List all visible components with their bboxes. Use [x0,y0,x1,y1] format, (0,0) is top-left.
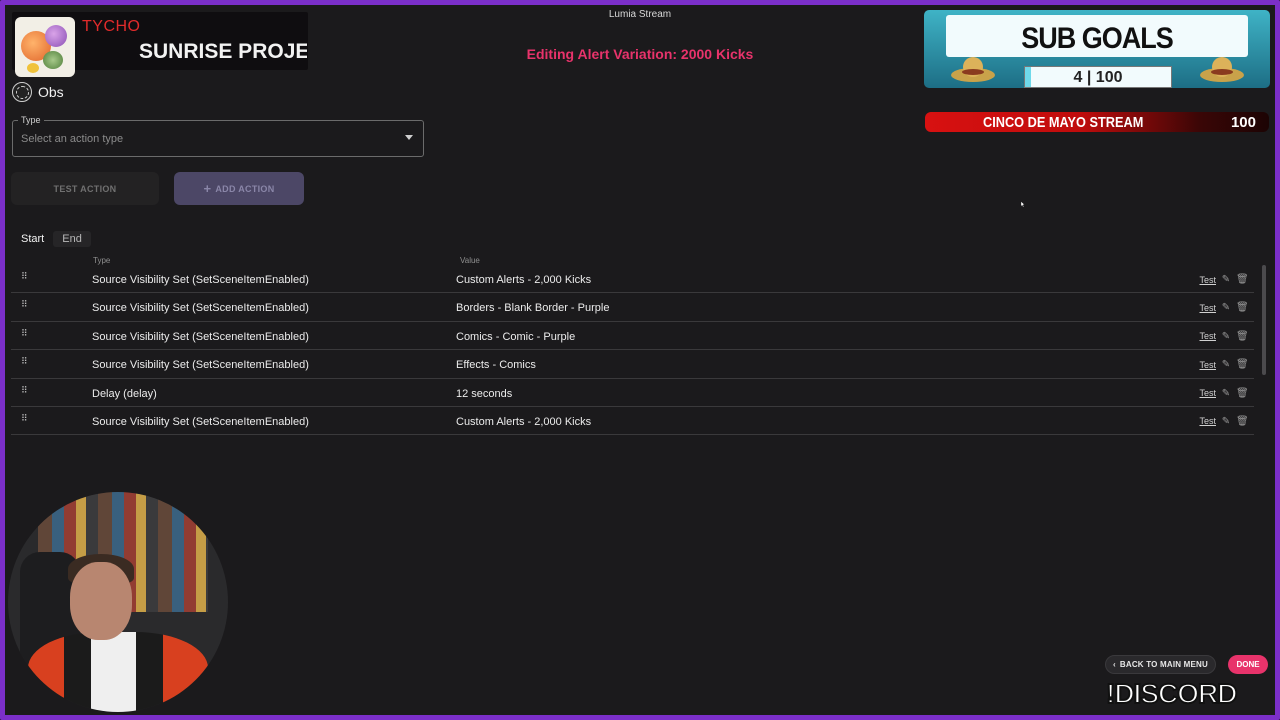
sub-goals-goal: 100 [1095,69,1123,86]
mouse-cursor-icon [1021,201,1025,208]
edit-icon[interactable]: ✎ [1221,416,1231,427]
column-header-type: Type [93,256,111,265]
drag-handle-icon[interactable]: ⠿ [21,385,29,399]
drag-handle-icon[interactable]: ⠿ [21,300,29,313]
table-row: ⠿ Source Visibility Set (SetSceneItemEna… [11,322,1254,351]
test-action-label: TEST ACTION [53,183,117,194]
type-field-label: Type [18,115,44,125]
test-action-button[interactable]: TEST ACTION [11,172,159,205]
row-value: Custom Alerts - 2,000 Kicks [456,415,592,428]
obs-icon [12,82,32,102]
sub-goals-separator: | [1086,69,1092,86]
row-value: Custom Alerts - 2,000 Kicks [456,274,592,286]
done-button[interactable]: DONE [1228,655,1268,674]
drag-handle-icon[interactable]: ⠿ [21,413,29,427]
row-value: 12 seconds [456,387,513,400]
row-test-link[interactable]: Test [1199,360,1216,370]
row-test-link[interactable]: Test [1199,303,1216,313]
start-end-tabs: Start End [12,231,91,247]
tab-end[interactable]: End [53,231,91,247]
row-type: Delay (delay) [92,387,157,400]
delete-icon[interactable]: 🗑 [1236,331,1249,342]
sombrero-icon [1200,57,1244,82]
sub-goals-current: 4 [1073,69,1083,86]
row-value: Comics - Comic - Purple [456,330,576,343]
sombrero-icon [951,57,995,82]
table-row: ⠿ Source Visibility Set (SetSceneItemEna… [11,293,1254,322]
action-type-select[interactable]: Type Select an action type [12,115,424,157]
drag-handle-icon[interactable]: ⠿ [21,357,29,370]
cinco-value: 100 [1230,114,1256,131]
table-header: Type Value [11,251,1254,265]
sub-goals-progress-bar: 4 | 100 [1024,66,1172,88]
type-field-placeholder: Select an action type [21,133,124,145]
delete-icon[interactable]: 🗑 [1236,302,1249,313]
edit-icon[interactable]: ✎ [1221,388,1231,399]
drag-handle-icon[interactable]: ⠿ [21,272,29,285]
row-type: Source Visibility Set (SetSceneItemEnabl… [92,302,309,315]
row-type: Source Visibility Set (SetSceneItemEnabl… [92,359,309,372]
delete-icon[interactable]: 🗑 [1236,388,1249,399]
row-type: Source Visibility Set (SetSceneItemEnabl… [92,330,309,343]
table-row: ⠿ Source Visibility Set (SetSceneItemEna… [11,407,1254,436]
table-scrollbar[interactable] [1262,265,1266,375]
integration-name: Obs [38,84,64,100]
delete-icon[interactable]: 🗑 [1236,359,1249,370]
add-action-label: ADD ACTION [215,183,275,194]
back-to-main-menu-button[interactable]: ‹ BACK TO MAIN MENU [1105,655,1217,674]
discord-logo: !DISCORD [1105,677,1238,710]
album-art [15,17,75,77]
webcam-overlay [8,492,228,712]
edit-icon[interactable]: ✎ [1221,359,1231,370]
sub-goals-title: SUB GOALS [1021,21,1174,55]
edit-icon[interactable]: ✎ [1221,331,1231,342]
table-row: ⠿ Source Visibility Set (SetSceneItemEna… [11,265,1254,294]
now-playing-artist: TYCHO [82,18,141,35]
row-test-link[interactable]: Test [1199,331,1216,341]
edit-icon[interactable]: ✎ [1221,302,1231,313]
sub-goals-widget: SUB GOALS 4 | 100 [924,10,1270,88]
row-value: Effects - Comics [456,359,536,372]
cinco-label: CINCO DE MAYO STREAM [983,114,1144,131]
sub-goals-title-box: SUB GOALS [946,15,1248,57]
delete-icon[interactable]: 🗑 [1236,416,1249,427]
edit-icon[interactable]: ✎ [1221,274,1231,285]
row-type: Source Visibility Set (SetSceneItemEnabl… [92,415,309,428]
done-button-label: DONE [1236,660,1260,669]
row-test-link[interactable]: Test [1199,388,1216,398]
drag-handle-icon[interactable]: ⠿ [21,328,29,342]
row-test-link[interactable]: Test [1199,416,1216,426]
delete-icon[interactable]: 🗑 [1236,274,1249,285]
now-playing-song: SUNRISE PROJE [139,40,307,63]
back-button-label: BACK TO MAIN MENU [1119,660,1209,669]
row-value: Borders - Blank Border - Purple [456,302,610,315]
column-header-value: Value [460,256,480,265]
chevron-left-icon: ‹ [1113,660,1116,669]
caret-down-icon [405,135,413,140]
tab-start[interactable]: Start [12,231,53,247]
table-row: ⠿ Source Visibility Set (SetSceneItemEna… [11,350,1254,379]
add-action-button[interactable]: + ADD ACTION [174,172,304,205]
now-playing-widget: TYCHO SUNRISE PROJE [12,12,308,77]
row-test-link[interactable]: Test [1199,275,1216,285]
plus-icon: + [203,181,212,196]
sub-goals-count: 4 | 100 [1025,69,1171,87]
table-row: ⠿ Delay (delay) 12 seconds Test ✎ 🗑 [11,379,1254,407]
actions-table: Type Value ⠿ Source Visibility Set (SetS… [11,251,1266,436]
row-type: Source Visibility Set (SetSceneItemEnabl… [92,274,309,286]
integration-header: Obs [12,82,64,102]
cinco-de-mayo-bar: CINCO DE MAYO STREAM 100 [925,112,1269,132]
